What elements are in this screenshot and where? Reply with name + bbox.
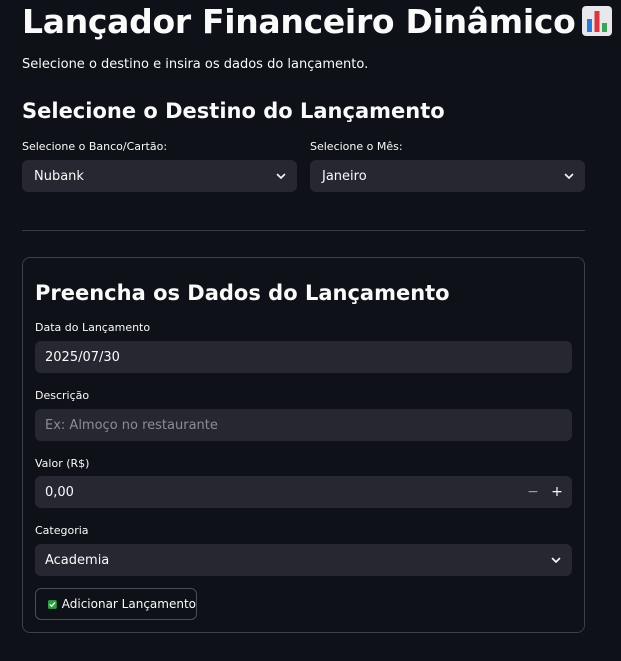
section-divider	[22, 230, 585, 231]
description-field-label: Descrição	[35, 389, 90, 402]
description-input[interactable]: Ex: Almoço no restaurante	[35, 409, 572, 441]
bank-select-label: Selecione o Banco/Cartão:	[22, 140, 168, 153]
month-select-value: Janeiro	[322, 168, 367, 184]
entry-form-container	[22, 257, 585, 633]
date-input[interactable]: 2025/07/30	[35, 341, 572, 373]
form-heading: Preencha os Dados do Lançamento	[35, 281, 450, 305]
bank-select-value: Nubank	[34, 168, 84, 184]
description-input-placeholder: Ex: Almoço no restaurante	[45, 417, 218, 433]
app-page: Lançador Financeiro Dinâmico Selecione o…	[0, 0, 621, 661]
destination-heading: Selecione o Destino do Lançamento	[22, 99, 445, 123]
page-title: Lançador Financeiro Dinâmico	[22, 2, 613, 42]
month-select[interactable]: Janeiro	[310, 160, 585, 192]
add-entry-button-label: Adicionar Lançamento	[61, 597, 196, 611]
increment-button[interactable]: +	[547, 480, 567, 504]
date-input-value: 2025/07/30	[45, 349, 120, 365]
month-select-label: Selecione o Mês:	[310, 140, 403, 153]
date-field-label: Data do Lançamento	[35, 321, 151, 334]
check-mark-icon	[48, 599, 57, 609]
bank-select[interactable]: Nubank	[22, 160, 297, 192]
add-entry-button[interactable]: Adicionar Lançamento	[35, 588, 197, 620]
page-title-text: Lançador Financeiro Dinâmico	[22, 2, 576, 41]
amount-field-label: Valor (R$)	[35, 457, 90, 470]
chevron-down-icon	[564, 173, 574, 179]
chevron-down-icon	[276, 173, 286, 179]
bar-chart-icon	[582, 6, 613, 36]
decrement-button[interactable]: −	[523, 480, 543, 504]
category-field-label: Categoria	[35, 524, 89, 537]
page-subtitle: Selecione o destino e insira os dados do…	[22, 57, 369, 72]
category-select[interactable]: Academia	[35, 544, 572, 576]
category-select-value: Academia	[45, 552, 110, 568]
chevron-down-icon	[551, 557, 561, 563]
amount-input-value: 0,00	[45, 484, 74, 500]
amount-input[interactable]: 0,00 − +	[35, 476, 572, 508]
